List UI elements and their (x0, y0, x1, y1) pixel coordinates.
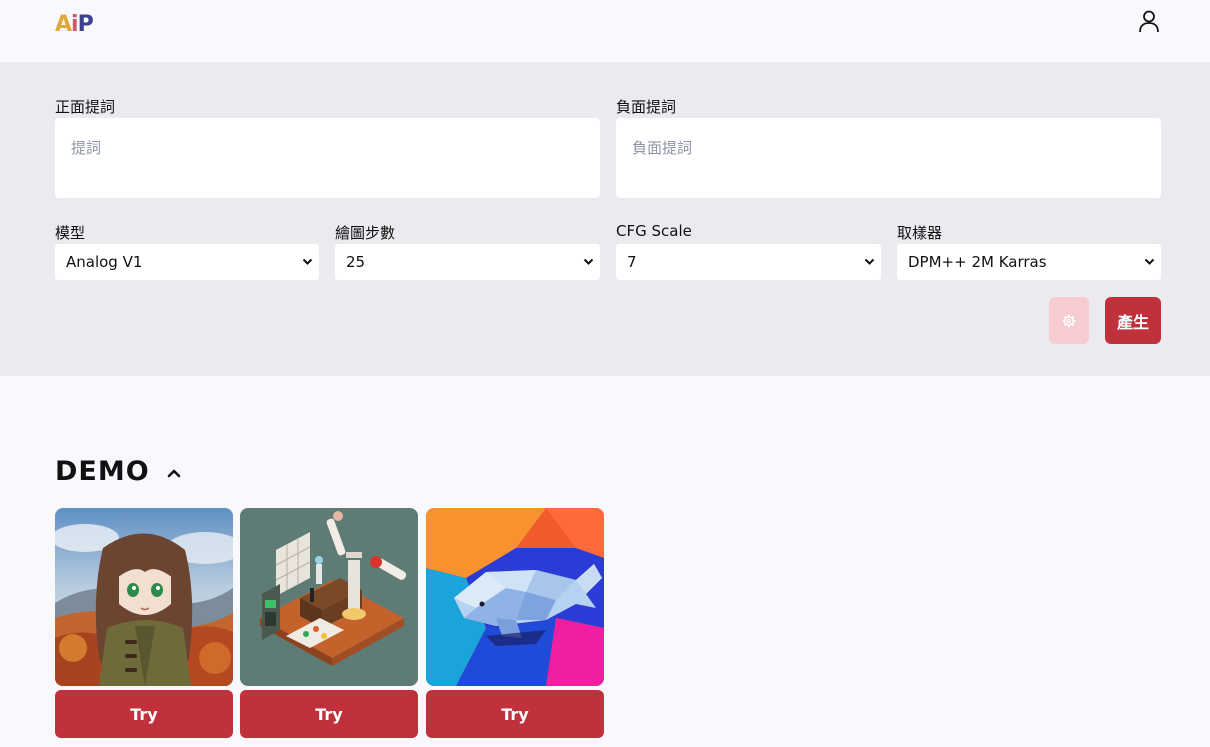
sampler-select[interactable]: DPM++ 2M Karras (897, 244, 1161, 280)
model-select[interactable]: Analog V1 (55, 244, 319, 280)
generation-panel (0, 62, 1210, 376)
steps-select[interactable]: 25 (335, 244, 600, 280)
negative-prompt-input[interactable] (616, 118, 1161, 198)
gear-icon (1062, 314, 1076, 327)
steps-select-wrapper: 25 (335, 244, 600, 280)
try-button[interactable]: Try (55, 690, 233, 738)
positive-prompt-label: 正面提詞 (55, 98, 116, 116)
try-button[interactable]: Try (426, 690, 604, 738)
logo[interactable]: AiP (55, 12, 94, 37)
model-label: 模型 (55, 224, 86, 242)
demo-image-isometric-lab[interactable] (240, 508, 418, 686)
model-select-wrapper: Analog V1 (55, 244, 319, 280)
steps-label: 繪圖步數 (335, 224, 396, 242)
negative-prompt-label: 負面提詞 (616, 98, 677, 116)
demo-image-lowpoly-whale[interactable] (426, 508, 604, 686)
cfg-scale-select[interactable]: 7 (616, 244, 881, 280)
logo-letter-p: P (77, 12, 94, 37)
user-icon[interactable] (1136, 8, 1162, 34)
positive-prompt-input[interactable] (55, 118, 600, 198)
demo-image-anime-girl[interactable] (55, 508, 233, 686)
sampler-select-wrapper: DPM++ 2M Karras (897, 244, 1161, 280)
generate-button[interactable]: 產生 (1105, 297, 1161, 344)
top-header: AiP (0, 0, 1210, 62)
sampler-label: 取樣器 (897, 224, 943, 242)
cfg-select-wrapper: 7 (616, 244, 881, 280)
advanced-settings-button[interactable] (1049, 297, 1089, 344)
demo-section-title: DEMO (55, 456, 150, 487)
chevron-up-icon[interactable] (166, 466, 182, 480)
cfg-scale-label: CFG Scale (616, 222, 692, 240)
try-button[interactable]: Try (240, 690, 418, 738)
logo-letter-a: A (55, 12, 72, 37)
